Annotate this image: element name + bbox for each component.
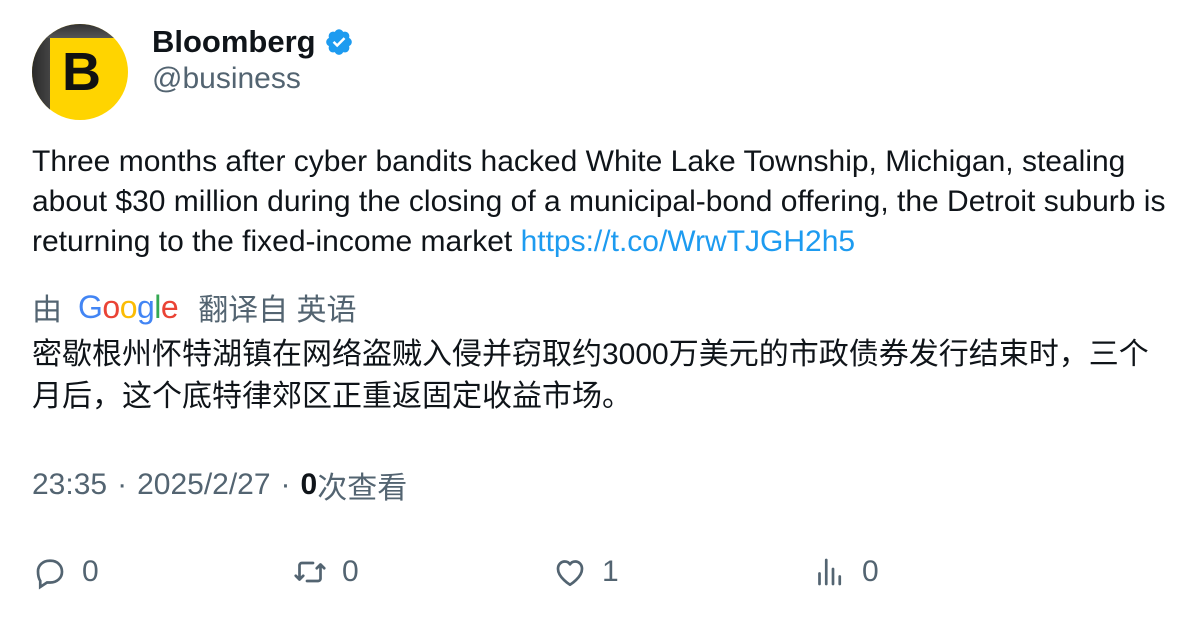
author-display-name[interactable]: Bloomberg [152, 24, 316, 60]
avatar[interactable]: B [32, 24, 128, 120]
google-logo-icon: Google [78, 288, 179, 325]
translation-source-label[interactable]: 翻译自 英语 [198, 285, 356, 329]
translation-attribution: 由 Google 翻译自 英语 [32, 286, 357, 328]
translation-prefix: 由 [32, 294, 62, 327]
avatar-shade [32, 24, 50, 120]
tweet-link[interactable]: https://t.co/WrwTJGH2h5 [521, 225, 856, 258]
retweet-count: 0 [342, 555, 359, 588]
views-label: 次查看 [317, 472, 408, 505]
tweet-metadata: 23:35 · 2025/2/27 · 0 次查看 [32, 463, 407, 507]
retweet-button[interactable]: 0 [292, 552, 359, 592]
author-name-row: Bloomberg [152, 22, 354, 62]
like-button[interactable]: 1 [552, 552, 619, 592]
tweet-date[interactable]: 2025/2/27 [137, 468, 270, 502]
reply-count: 0 [82, 555, 99, 588]
heart-icon [556, 560, 584, 587]
translated-text: 密歇根州怀特湖镇在网络盗贼入侵并窃取约3000万美元的市政债券发行结束时，三个月… [32, 338, 1149, 413]
avatar-letter: B [62, 42, 101, 102]
verified-badge-icon [324, 27, 354, 57]
separator-dot: · [280, 468, 291, 501]
analytics-icon [818, 558, 842, 586]
tweet-time[interactable]: 23:35 [32, 468, 107, 502]
reply-button[interactable]: 0 [32, 552, 99, 592]
like-count: 1 [602, 555, 619, 588]
avatar-top-shade [32, 24, 128, 38]
author-handle[interactable]: @business [152, 62, 301, 96]
analytics-button[interactable]: 0 [812, 552, 879, 592]
views-count: 0 [300, 468, 318, 501]
retweet-icon [294, 561, 326, 583]
tweet-text: Three months after cyber bandits hacked … [32, 142, 1172, 262]
analytics-count: 0 [862, 555, 879, 588]
reply-icon [36, 559, 64, 590]
separator-dot: · [117, 468, 128, 501]
